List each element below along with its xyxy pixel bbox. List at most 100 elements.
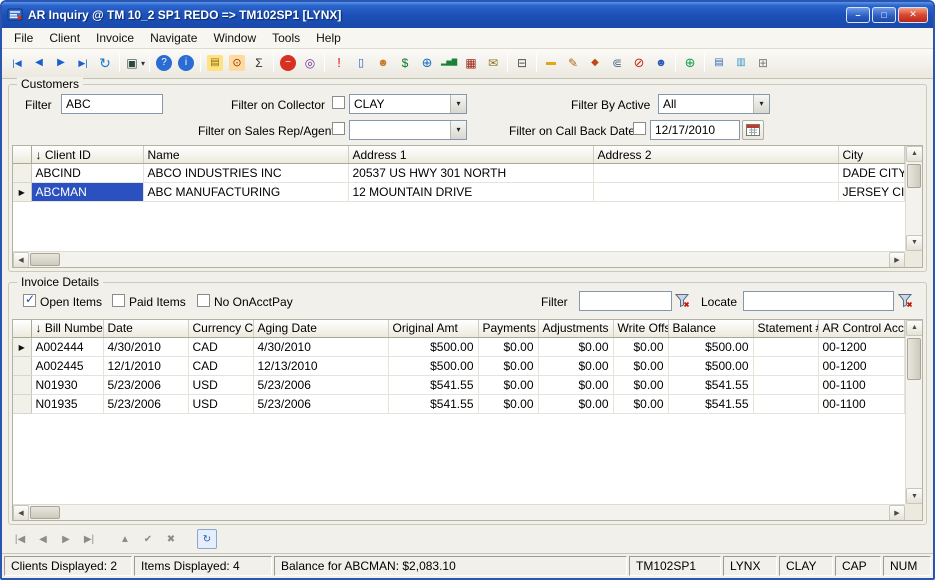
cell[interactable]: ABCO INDUSTRIES INC xyxy=(143,164,348,183)
cell[interactable]: A002445 xyxy=(31,357,103,376)
cell[interactable]: 5/23/2006 xyxy=(103,376,188,395)
attachment-button[interactable]: ⋐ xyxy=(606,52,628,74)
cell[interactable]: 4/30/2010 xyxy=(103,338,188,357)
callback-calendar-button[interactable] xyxy=(742,120,764,140)
cell[interactable]: 5/23/2006 xyxy=(253,395,388,414)
scrollbar-thumb[interactable] xyxy=(907,338,921,380)
cell[interactable]: 12 MOUNTAIN DRIVE xyxy=(348,183,593,202)
scroll-down-icon[interactable]: ▼ xyxy=(906,488,923,504)
cell[interactable]: $0.00 xyxy=(538,395,613,414)
cell[interactable]: $0.00 xyxy=(613,376,668,395)
export-button[interactable]: ▥ xyxy=(730,52,752,74)
active-dropdown-icon[interactable]: ▾ xyxy=(753,95,769,113)
nav-previous-button[interactable]: ◀ xyxy=(33,529,53,549)
cell[interactable]: 4/30/2010 xyxy=(253,338,388,357)
cell[interactable]: USD xyxy=(188,376,253,395)
tag-button[interactable]: ◆ xyxy=(584,52,606,74)
scroll-up-icon[interactable]: ▲ xyxy=(906,320,923,336)
column-header[interactable]: Address 1 xyxy=(348,146,593,164)
scroll-left-icon[interactable]: ◀ xyxy=(13,252,29,268)
cell[interactable]: N01935 xyxy=(31,395,103,414)
scroll-left-icon[interactable]: ◀ xyxy=(13,505,29,521)
no-onacctpay-checkbox[interactable] xyxy=(197,294,210,307)
scrollbar-thumb[interactable] xyxy=(907,164,921,188)
callback-date-field[interactable] xyxy=(650,120,740,140)
cell[interactable] xyxy=(593,183,838,202)
nav-accept-button[interactable]: ✔ xyxy=(138,529,158,549)
column-header[interactable]: ↓ Bill Numbe xyxy=(31,320,103,338)
cell[interactable]: $0.00 xyxy=(478,357,538,376)
cell[interactable]: N01930 xyxy=(31,376,103,395)
cell[interactable]: 5/23/2006 xyxy=(103,395,188,414)
cell[interactable]: A002444 xyxy=(31,338,103,357)
column-header[interactable]: Payments xyxy=(478,320,538,338)
cell[interactable]: 00-1100 xyxy=(818,376,905,395)
cell[interactable] xyxy=(753,357,818,376)
menu-window[interactable]: Window xyxy=(205,29,264,47)
nav-first-button[interactable]: |◀ xyxy=(10,529,30,549)
menu-navigate[interactable]: Navigate xyxy=(142,29,205,47)
chart-button[interactable]: ▂▅▇ xyxy=(438,52,460,74)
alert-button[interactable]: ! xyxy=(328,52,350,74)
column-header[interactable]: Adjustments xyxy=(538,320,613,338)
cell[interactable]: CAD xyxy=(188,338,253,357)
cell[interactable]: JERSEY CITY xyxy=(838,183,905,202)
column-header[interactable]: AR Control Acct xyxy=(818,320,905,338)
cell[interactable]: ABC MANUFACTURING xyxy=(143,183,348,202)
menu-client[interactable]: Client xyxy=(41,29,88,47)
salesrep-dropdown-icon[interactable]: ▾ xyxy=(450,121,466,139)
paid-items-checkbox[interactable] xyxy=(112,294,125,307)
cell[interactable] xyxy=(593,164,838,183)
collector-select[interactable]: CLAY ▾ xyxy=(349,94,467,114)
cell[interactable]: ABCIND xyxy=(31,164,143,183)
column-header[interactable]: Currency C xyxy=(188,320,253,338)
column-header[interactable]: Name xyxy=(143,146,348,164)
client-list-button[interactable]: ☻ xyxy=(372,52,394,74)
notes-button[interactable]: ▤ xyxy=(204,52,226,74)
cell[interactable] xyxy=(753,338,818,357)
payments-button[interactable]: $ xyxy=(394,52,416,74)
help-button[interactable]: ? xyxy=(153,52,175,74)
cell[interactable]: $500.00 xyxy=(668,357,753,376)
column-header[interactable]: Date xyxy=(103,320,188,338)
folder-button[interactable]: ▬ xyxy=(540,52,562,74)
scroll-track[interactable] xyxy=(29,505,889,520)
invoice-vertical-scrollbar[interactable]: ▲ ▼ xyxy=(905,320,922,505)
active-select[interactable]: All ▾ xyxy=(658,94,770,114)
cell[interactable]: $0.00 xyxy=(613,395,668,414)
scroll-up-icon[interactable]: ▲ xyxy=(906,146,923,162)
scroll-right-icon[interactable]: ▶ xyxy=(889,252,905,268)
preview-button[interactable]: ◎ xyxy=(299,52,321,74)
cell[interactable]: $500.00 xyxy=(388,338,478,357)
mail-button[interactable]: ✉ xyxy=(482,52,504,74)
schedule-button[interactable]: ⊙ xyxy=(226,52,248,74)
scroll-down-icon[interactable]: ▼ xyxy=(906,235,923,251)
invoice-locate-search-button[interactable] xyxy=(896,292,914,310)
column-header[interactable]: Original Amt xyxy=(388,320,478,338)
calendar-view-button[interactable]: ▦ xyxy=(460,52,482,74)
cell[interactable]: $500.00 xyxy=(388,357,478,376)
invoice-horizontal-scrollbar[interactable]: ◀ ▶ xyxy=(13,504,905,520)
nav-next-button[interactable]: ▶ xyxy=(56,529,76,549)
cell[interactable]: USD xyxy=(188,395,253,414)
previous-record-button[interactable]: ◀ xyxy=(28,52,50,74)
print-preview-button[interactable]: ⊞ xyxy=(752,52,774,74)
report-button[interactable]: ▤ xyxy=(708,52,730,74)
cell[interactable]: $541.55 xyxy=(668,395,753,414)
cell[interactable]: CAD xyxy=(188,357,253,376)
invoice-filter-input[interactable] xyxy=(579,291,672,311)
menu-tools[interactable]: Tools xyxy=(264,29,308,47)
invoice-locate-input[interactable] xyxy=(743,291,894,311)
filter-collector-checkbox[interactable] xyxy=(332,96,345,109)
close-button[interactable]: ✕ xyxy=(898,7,928,23)
scrollbar-thumb[interactable] xyxy=(30,506,60,519)
minimize-button[interactable]: – xyxy=(846,7,870,23)
menu-help[interactable]: Help xyxy=(308,29,349,47)
cell[interactable]: 12/1/2010 xyxy=(103,357,188,376)
maximize-button[interactable]: □ xyxy=(872,7,896,23)
about-button[interactable]: i xyxy=(175,52,197,74)
window-select-button[interactable]: ▣▾ xyxy=(123,52,146,74)
cell[interactable]: 00-1200 xyxy=(818,338,905,357)
cell[interactable]: 00-1100 xyxy=(818,395,905,414)
stop-button[interactable]: − xyxy=(277,52,299,74)
